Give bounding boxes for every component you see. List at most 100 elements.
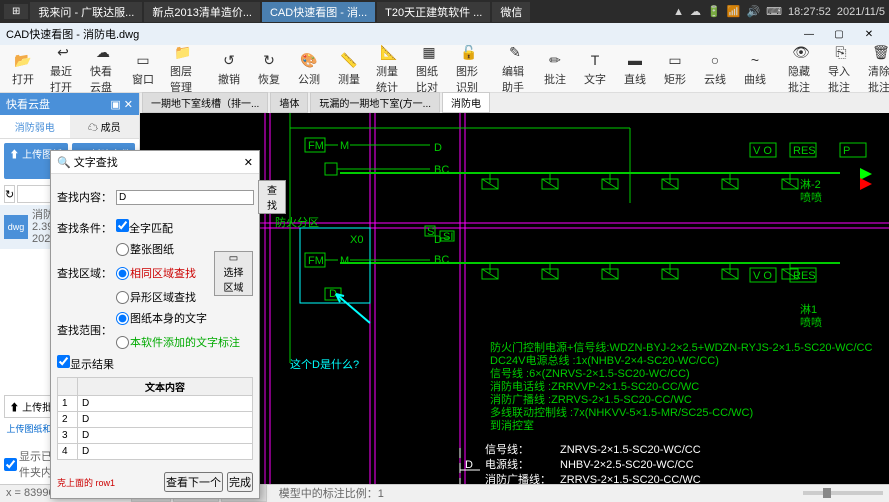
tray-date: 2021/11/5 [837,6,885,18]
show-result-checkbox[interactable] [57,355,70,368]
快看云盘-icon: ☁ [93,45,113,62]
svg-text:X0: X0 [350,234,363,246]
tray-icon[interactable]: ⌨ [766,5,782,18]
编辑助手-icon: ✎ [505,45,525,62]
doc-tab[interactable]: 玩漏的一期地下室(方一... [310,92,440,113]
dwg-file-icon: dwg [4,215,28,239]
svg-text:防火门控制电源+信号线:WDZN-BYJ-2×2.5+WDZ: 防火门控制电源+信号线:WDZN-BYJ-2×2.5+WDZN-RYJS-2×1… [490,340,872,354]
app-title: CAD快速看图 - 消防电.dwg [6,26,139,42]
doc-tab[interactable]: 墙体 [270,92,308,113]
start-button[interactable]: ⊞ [4,4,28,19]
taskbar-item[interactable]: 我来问 - 广联达服... [30,2,142,22]
find-button[interactable]: 查找 [258,180,286,214]
撤销-icon: ↺ [219,50,239,70]
ribbon-云线[interactable]: ○云线 [696,48,734,89]
minimize-button[interactable]: — [795,25,823,43]
taskbar-item[interactable]: CAD快速看图 - 消... [262,2,375,22]
find-content-input[interactable] [116,190,254,205]
tray-icon[interactable]: 🔊 [746,5,760,18]
ribbon-清除批注[interactable]: 🗑清除批注 [862,45,889,93]
ribbon-隐藏批注[interactable]: 👁隐藏批注 [782,45,820,93]
done-button[interactable]: 完成 [227,472,253,492]
sidebar-header: 快看云盘▣ ✕ [0,93,139,115]
ribbon-文字[interactable]: T文字 [576,48,614,89]
ribbon-测量[interactable]: 📏测量 [330,48,368,89]
svg-text:RES: RES [793,145,816,157]
svg-text:喷喷: 喷喷 [800,316,822,329]
ribbon-矩形[interactable]: ▭矩形 [656,48,694,89]
system-tray: ▲ ☁ 🔋 📶 🔊 ⌨ 18:27:52 2021/11/5 [673,5,885,18]
ribbon-图层管理[interactable]: 📁图层管理 [164,45,202,93]
ribbon-打开[interactable]: 📂打开 [4,48,42,89]
测量-icon: 📏 [339,50,359,70]
dialog-titlebar[interactable]: 🔍 文字查找 ✕ [51,151,259,174]
maximize-button[interactable]: ▢ [825,25,853,43]
area-radio-irregular[interactable] [116,291,129,304]
sidebar-tab-members[interactable]: ☁ 成员 [70,115,140,138]
svg-text:多线联动控制线 :7x(NHKVV-5×1.5-MR/SC2: 多线联动控制线 :7x(NHKVV-5×1.5-MR/SC25-CC/WC) [490,405,753,419]
taskbar-item[interactable]: T20天正建筑软件 ... [377,2,490,22]
ribbon-快看云盘[interactable]: ☁快看云盘 [84,45,122,93]
svg-text:SI: SI [443,231,453,243]
svg-text:消防广播线：: 消防广播线： [485,472,551,484]
ribbon-测量统计[interactable]: 📐测量统计 [370,45,408,93]
svg-text:信号线 :6×(ZNRVS-2×1.5-SC20-WC/CC: 信号线 :6×(ZNRVS-2×1.5-SC20-WC/CC) [490,366,690,380]
ribbon-恢复[interactable]: ↻恢复 [250,48,288,89]
sidebar-tab-project[interactable]: 消防弱电 [0,115,70,138]
svg-text:这个D是什么?: 这个D是什么? [290,357,359,371]
svg-text:BC: BC [434,164,449,176]
ribbon-曲线[interactable]: ~曲线 [736,48,774,89]
table-row[interactable]: 4D [58,444,253,460]
ribbon-编辑助手[interactable]: ✎编辑助手 [496,45,534,93]
ribbon-图纸比对[interactable]: ▦图纸比对 [410,45,448,93]
tray-icon[interactable]: 📶 [727,5,741,18]
titlebar: CAD快速看图 - 消防电.dwg — ▢ ✕ [0,23,889,45]
find-next-button[interactable]: 查看下一个 [164,472,223,492]
close-button[interactable]: ✕ [855,25,883,43]
sidebar-close-icon[interactable]: ▣ ✕ [110,98,133,111]
tray-icon[interactable]: 🔋 [707,5,721,18]
table-row[interactable]: 1D [58,396,253,412]
隐藏批注-icon: 👁 [791,45,811,62]
taskbar-item[interactable]: 新点2013清单造价... [144,2,260,22]
ribbon-撤销[interactable]: ↺撤销 [210,48,248,89]
refresh-icon[interactable]: ↻ [4,185,15,203]
zoom-slider[interactable] [803,491,883,495]
dialog-close-button[interactable]: ✕ [244,156,253,169]
窗口-icon: ▭ [133,50,153,70]
doc-tab[interactable]: 一期地下室线槽（排一... [142,92,268,113]
svg-text:V O: V O [753,270,772,282]
svg-text:P: P [843,145,850,157]
ribbon-公测[interactable]: 🎨公测 [290,48,328,89]
svg-text:淋-2: 淋-2 [800,178,821,191]
打开-icon: 📂 [13,50,33,70]
ribbon-直线[interactable]: ▬直线 [616,48,654,89]
taskbar-item[interactable]: 微信 [492,2,530,22]
svg-text:到消控室: 到消控室 [490,418,534,432]
range-radio-drawing[interactable] [116,312,129,325]
svg-text:D: D [329,288,337,300]
tray-icon[interactable]: ☁ [690,5,701,18]
恢复-icon: ↻ [259,50,279,70]
文字-icon: T [585,50,605,70]
ribbon-批注[interactable]: ✏批注 [536,48,574,89]
document-tabs: 一期地下室线槽（排一... 墙体 玩漏的一期地下室(方一... 消防电 [140,93,889,113]
svg-text:淋1: 淋1 [800,303,817,316]
ribbon-窗口[interactable]: ▭窗口 [124,48,162,89]
doc-tab[interactable]: 消防电 [442,92,490,113]
show-deleted-checkbox[interactable] [4,458,17,471]
ribbon-最近打开[interactable]: ↩最近打开 [44,45,82,93]
select-area-button[interactable]: ▭ 选择区域 [214,251,253,296]
ribbon-导入批注[interactable]: ⎘导入批注 [822,45,860,93]
table-row[interactable]: 3D [58,428,253,444]
table-row[interactable]: 2D [58,412,253,428]
ribbon-图形识别[interactable]: 🔓图形识别 [450,45,488,93]
area-radio-whole[interactable] [116,243,129,256]
range-radio-annotation[interactable] [116,336,129,349]
tray-icon[interactable]: ▲ [673,6,684,18]
whole-word-checkbox[interactable] [116,219,129,232]
ratio-label: 模型中的标注比例：1 [279,485,384,501]
area-radio-same[interactable] [116,267,129,280]
云线-icon: ○ [705,50,725,70]
图层管理-icon: 📁 [173,45,193,62]
